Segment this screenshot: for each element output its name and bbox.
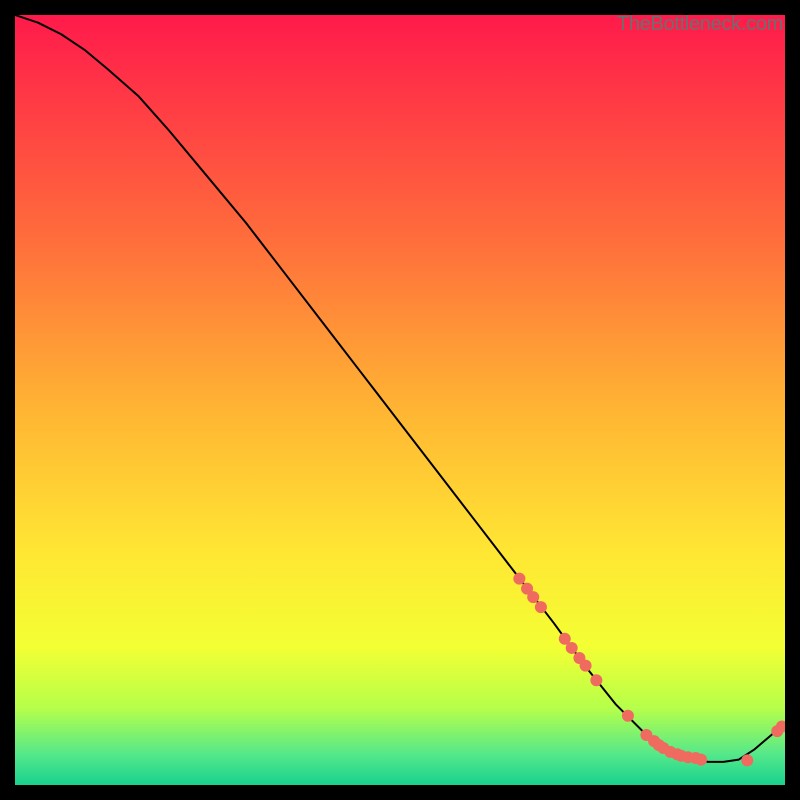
data-point <box>513 573 525 585</box>
data-point <box>566 642 578 654</box>
bottleneck-chart <box>15 15 785 785</box>
gradient-background <box>15 15 785 785</box>
data-point <box>741 754 753 766</box>
data-point <box>527 591 539 603</box>
data-point <box>535 601 547 613</box>
data-point <box>695 754 707 766</box>
data-point <box>590 674 602 686</box>
data-point <box>580 660 592 672</box>
data-point <box>622 710 634 722</box>
chart-frame: TheBottleneck.com <box>15 15 785 785</box>
watermark-text: TheBottleneck.com <box>617 13 783 36</box>
